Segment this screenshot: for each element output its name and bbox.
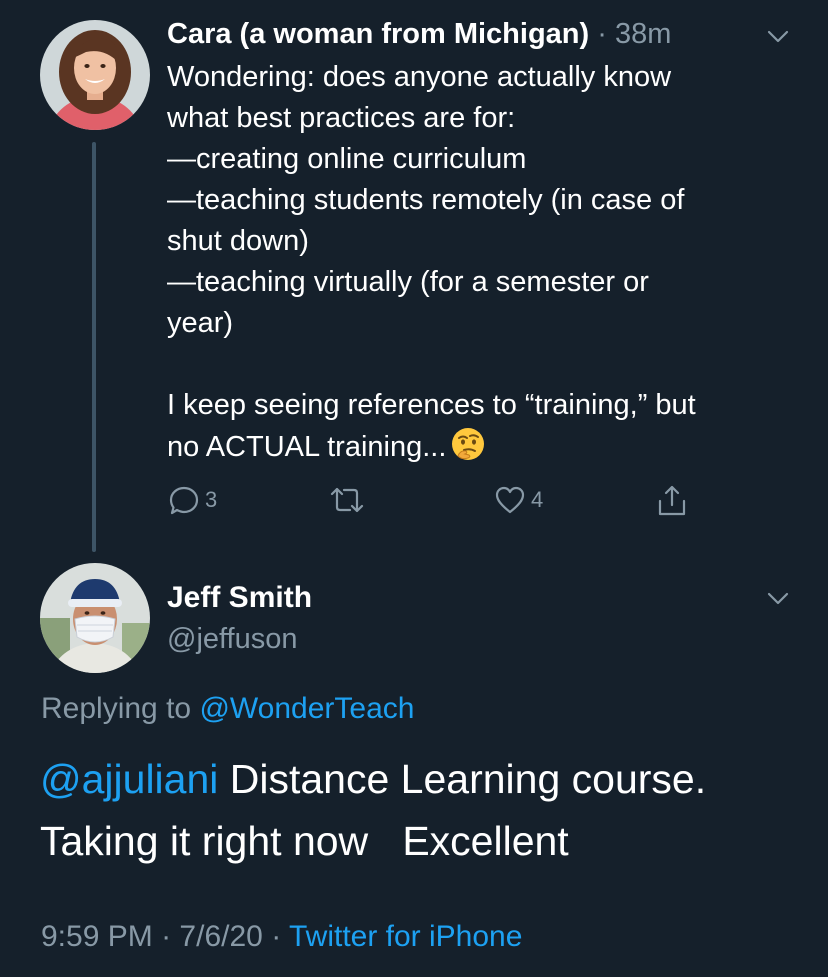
heart-icon: [495, 486, 525, 514]
tweet-line-last: no ACTUAL training...: [167, 426, 777, 468]
reply-author-name[interactable]: Jeff Smith: [167, 578, 312, 618]
reply-author-handle[interactable]: @jeffuson: [167, 619, 298, 659]
tweet-line: —teaching virtually (for a semester or: [167, 266, 649, 298]
tweet-line: —creating online curriculum: [167, 143, 527, 175]
reply-author-avatar[interactable]: [40, 563, 150, 673]
parent-tweet-menu-chevron-down-icon[interactable]: [764, 22, 792, 50]
tweet-date: 7/6/20: [179, 920, 263, 953]
header-separator: ·: [597, 18, 607, 50]
reply-text-fragment: Distance Learning course.: [218, 756, 707, 802]
parent-tweet-time[interactable]: 38m: [615, 18, 671, 50]
meta-separator: ·: [271, 920, 282, 953]
tweet-line: year): [167, 307, 234, 339]
tweet-line: what best practices are for:: [167, 102, 516, 134]
reply-text-line-2: Taking it right now Excellent: [40, 818, 569, 864]
thread-connector-line: [92, 142, 96, 552]
meta-separator: ·: [161, 920, 172, 953]
replying-to-mention-link[interactable]: @WonderTeach: [199, 692, 414, 725]
mention-link[interactable]: @ajjuliani: [40, 756, 218, 802]
tweet-line: I keep seeing references to “training,” …: [167, 389, 696, 421]
share-button[interactable]: [655, 483, 689, 519]
like-button[interactable]: 4: [493, 483, 543, 517]
tweet-line: —teaching students remotely (in case of: [167, 184, 685, 216]
retweet-button[interactable]: [328, 483, 366, 517]
parent-author-avatar[interactable]: [40, 20, 150, 130]
thinking-face-emoji-icon: [452, 428, 485, 460]
reply-count: 3: [205, 487, 218, 512]
reply-button[interactable]: 3: [167, 483, 217, 517]
reply-icon: [169, 486, 199, 515]
tweet-line-text: no ACTUAL training...: [167, 431, 447, 463]
tweet-source-link[interactable]: Twitter for iPhone: [289, 920, 522, 953]
like-count: 4: [531, 487, 544, 512]
tweet-line: shut down): [167, 225, 309, 257]
parent-author-name[interactable]: Cara (a woman from Michigan): [167, 18, 589, 50]
reply-tweet-menu-chevron-down-icon[interactable]: [764, 584, 792, 612]
replying-to-prefix: Replying to: [41, 692, 192, 725]
tweet-metadata: 9:59 PM · 7/6/20 · Twitter for iPhone: [41, 917, 522, 957]
parent-tweet-header: Cara (a woman from Michigan) · 38m: [167, 14, 671, 54]
reply-text-line-1: @ajjuliani Distance Learning course.: [40, 748, 800, 810]
tweet-line: Wondering: does anyone actually know: [167, 61, 672, 93]
parent-tweet-text: Wondering: does anyone actually know wha…: [167, 57, 777, 468]
retweet-icon: [330, 487, 364, 513]
share-icon: [658, 485, 686, 516]
tweet-time: 9:59 PM: [41, 920, 153, 953]
replying-to-line: Replying to @WonderTeach: [41, 689, 414, 729]
reply-tweet-text: @ajjuliani Distance Learning course. Tak…: [40, 748, 800, 872]
tweet-thread: Cara (a woman from Michigan) · 38m Wonde…: [0, 0, 828, 977]
parent-tweet-actions: 3 4: [167, 483, 707, 523]
